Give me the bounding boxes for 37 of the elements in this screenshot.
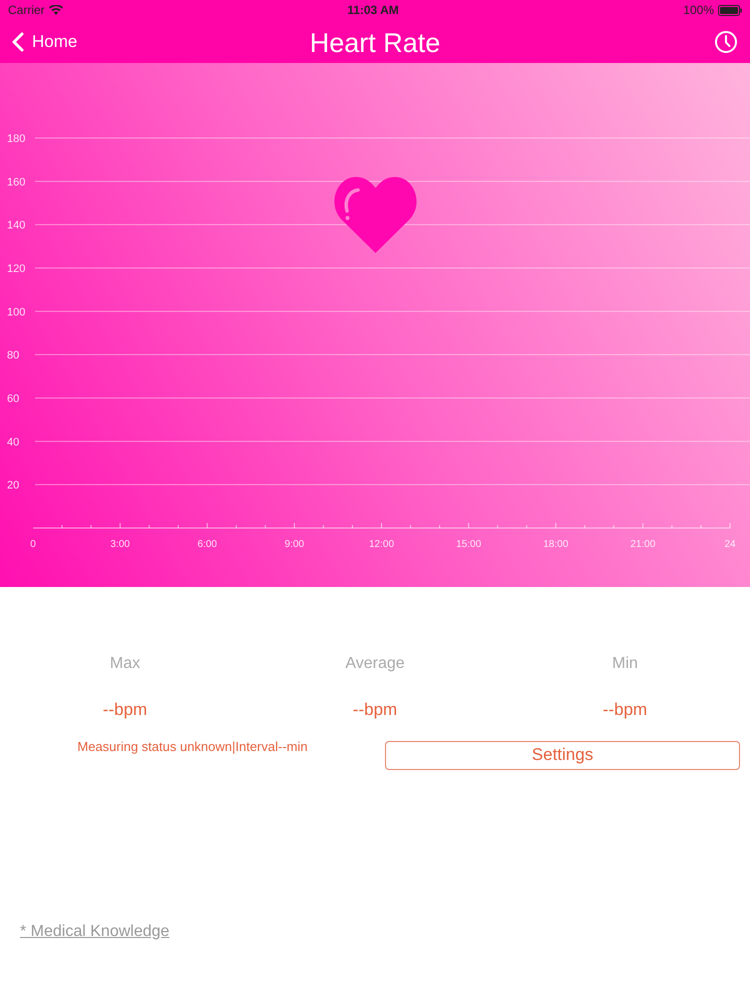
page-title: Heart Rate — [310, 28, 440, 58]
stat-value: --bpm — [352, 699, 398, 721]
stat-value: --bpm — [102, 699, 148, 721]
axis-label: 24 — [724, 539, 736, 550]
stat-label: Min — [612, 654, 638, 674]
axis-label: 9:00 — [284, 539, 304, 550]
axis-label: 12:00 — [368, 539, 394, 550]
battery-percent: 100% — [683, 2, 714, 19]
axis-label: 3:00 — [110, 539, 130, 550]
clock-time: 11:03 AM — [347, 2, 399, 19]
back-chevron-icon — [12, 32, 24, 52]
axis-label: 80 — [7, 350, 20, 362]
back-button[interactable]: Home — [12, 28, 78, 54]
stat-label: Max — [110, 654, 140, 674]
carrier-name: Carrier — [8, 2, 45, 19]
stat-label: Average — [345, 654, 405, 674]
medical-knowledge-link[interactable]: * Medical Knowledge — [20, 922, 170, 940]
stat-value: --bpm — [602, 699, 648, 721]
axis-label: 6:00 — [198, 539, 217, 550]
axis-label: 0 — [30, 539, 36, 550]
axis-label: 120 — [7, 263, 26, 275]
axis-label: 21:00 — [630, 539, 656, 550]
axis-label: 160 — [7, 176, 26, 188]
settings-button[interactable]: Settings — [385, 740, 740, 770]
axis-label: 15:00 — [456, 539, 482, 550]
axis-label: 18:00 — [543, 539, 568, 550]
axis-label: 180 — [7, 133, 26, 145]
measuring-status: Measuring status unknown|Interval--min — [77, 738, 308, 756]
battery-icon — [718, 4, 742, 16]
heart-icon — [333, 175, 418, 255]
wifi-icon — [48, 5, 63, 15]
axis-label: 100 — [7, 306, 26, 318]
history-button[interactable] — [714, 30, 738, 54]
axis-label: 40 — [7, 436, 20, 448]
axis-label: 140 — [7, 220, 26, 232]
axis-label: 20 — [7, 480, 20, 492]
axis-label: 60 — [7, 393, 20, 405]
